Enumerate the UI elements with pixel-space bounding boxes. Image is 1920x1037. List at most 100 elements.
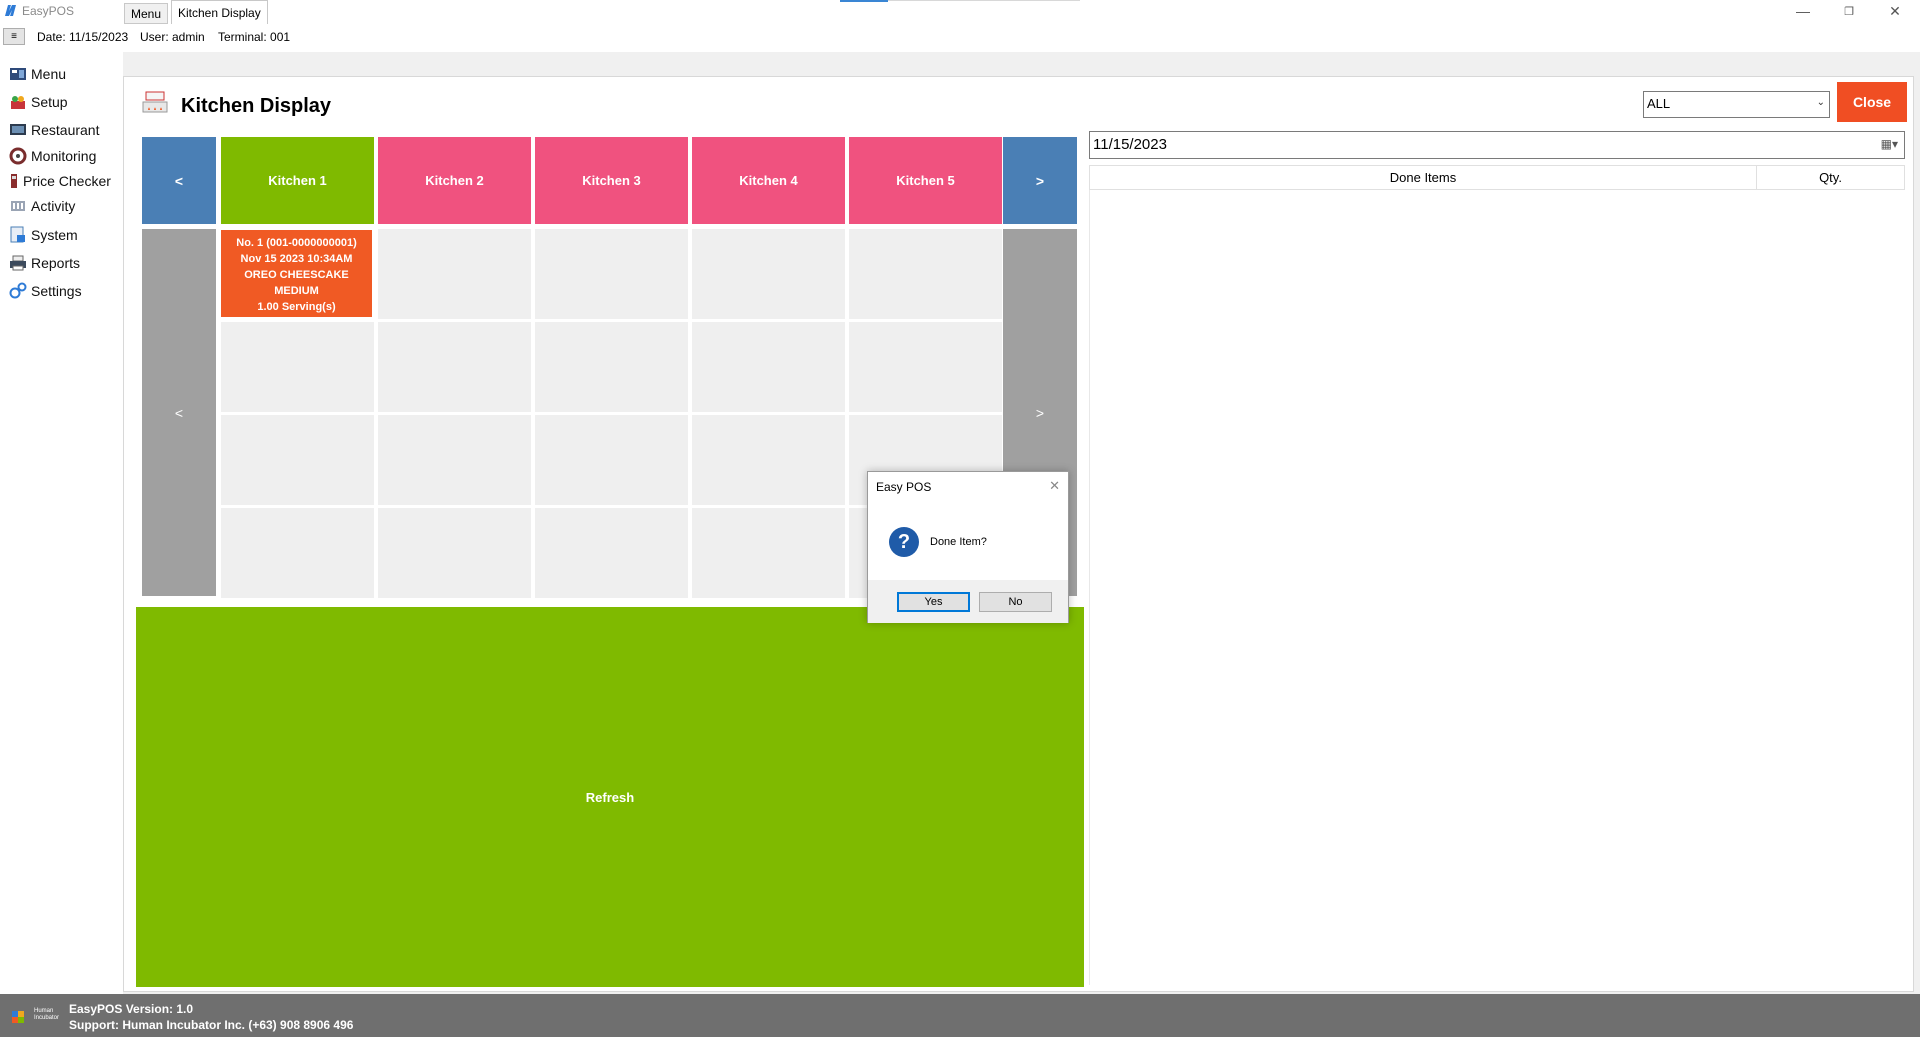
sidebar-item-label: Activity xyxy=(31,198,76,214)
order-slot[interactable] xyxy=(221,415,374,505)
date-picker[interactable]: 11/15/2023 ▦▾ xyxy=(1089,131,1905,159)
tab-menu[interactable]: Menu xyxy=(124,3,169,24)
order-slot[interactable] xyxy=(849,322,1002,412)
sidebar-item-label: Setup xyxy=(31,94,68,110)
order-slot[interactable] xyxy=(378,508,531,598)
tab-label: Kitchen Display xyxy=(178,5,261,20)
kitchen-header-5[interactable]: Kitchen 5 xyxy=(849,137,1002,224)
order-slot[interactable] xyxy=(535,415,688,505)
dialog-close-button[interactable]: ✕ xyxy=(1049,478,1060,494)
printer-icon xyxy=(8,254,28,272)
sidebar-item-label: Settings xyxy=(31,283,82,299)
prev-label: < xyxy=(174,172,184,189)
version-label: EasyPOS Version: 1.0 xyxy=(69,1002,194,1016)
sidebar-item-activity[interactable]: Activity xyxy=(8,195,75,217)
done-items-grid[interactable] xyxy=(1089,190,1905,985)
kitchen-header-label: Kitchen 1 xyxy=(268,173,327,188)
restaurant-icon xyxy=(8,121,28,139)
minimize-button[interactable]: — xyxy=(1780,0,1826,22)
sidebar-item-restaurant[interactable]: Restaurant xyxy=(8,119,99,141)
system-icon xyxy=(8,226,28,244)
order-slot[interactable] xyxy=(378,322,531,412)
close-icon: ✕ xyxy=(1049,478,1060,493)
status-bar: Human Incubator EasyPOS Version: 1.0 Sup… xyxy=(0,994,1920,1037)
order-slot[interactable] xyxy=(221,508,374,598)
menu-icon xyxy=(8,65,28,83)
support-label: Support: Human Incubator Inc. (+63) 908 … xyxy=(69,1018,354,1032)
no-button[interactable]: No xyxy=(979,592,1052,612)
date-label: Date: 11/15/2023 xyxy=(37,30,129,44)
order-slot[interactable] xyxy=(221,322,374,412)
yes-button[interactable]: Yes xyxy=(897,592,970,612)
sidebar-item-price-checker[interactable]: Price Checker xyxy=(8,170,111,192)
calendar-icon: ▦▾ xyxy=(1880,137,1898,151)
order-slot[interactable] xyxy=(535,322,688,412)
close-button[interactable]: Close xyxy=(1837,82,1907,122)
question-icon: ? xyxy=(889,527,919,557)
refresh-button[interactable]: Refresh xyxy=(136,607,1084,987)
sidebar-item-system[interactable]: System xyxy=(8,224,78,246)
column-header-label: Done Items xyxy=(1389,170,1457,185)
row-next-label: > xyxy=(1035,404,1045,421)
kitchen-display-icon xyxy=(142,91,168,113)
window-close-button[interactable]: ✕ xyxy=(1872,0,1918,22)
order-slot[interactable] xyxy=(378,415,531,505)
order-slot[interactable] xyxy=(378,229,531,319)
order-item: OREO CHEESCAKE xyxy=(244,269,349,281)
refresh-label: Refresh xyxy=(585,789,635,805)
row-prev-label: < xyxy=(174,404,184,421)
kitchen-next-button[interactable]: > xyxy=(1003,137,1077,224)
tab-kitchen-display[interactable]: Kitchen Display xyxy=(171,0,268,24)
next-label: > xyxy=(1035,172,1045,189)
tab-label: Menu xyxy=(131,6,162,21)
sidebar-item-label: Monitoring xyxy=(31,148,97,164)
sidebar-item-setup[interactable]: Setup xyxy=(8,91,68,113)
order-slot[interactable] xyxy=(692,508,845,598)
kitchen-header-1[interactable]: Kitchen 1 xyxy=(221,137,374,224)
kitchen-header-2[interactable]: Kitchen 2 xyxy=(378,137,531,224)
page-title: Kitchen Display xyxy=(181,95,332,117)
order-datetime: Nov 15 2023 10:34AM xyxy=(240,253,353,265)
order-slot[interactable] xyxy=(692,322,845,412)
order-card[interactable]: No. 1 (001-0000000001) Nov 15 2023 10:34… xyxy=(221,230,372,317)
kitchen-header-label: Kitchen 3 xyxy=(582,173,641,188)
sidebar-item-label: System xyxy=(31,227,78,243)
close-icon: ✕ xyxy=(1889,2,1901,19)
close-button-label: Close xyxy=(1852,94,1892,110)
activity-icon xyxy=(8,197,28,215)
no-label: No xyxy=(1008,596,1023,608)
order-slot[interactable] xyxy=(535,508,688,598)
order-slot[interactable] xyxy=(692,415,845,505)
dialog-title: Easy POS xyxy=(876,480,932,494)
column-header-qty[interactable]: Qty. xyxy=(1756,165,1905,190)
date-value: 11/15/2023 xyxy=(1093,136,1167,153)
kitchen-header-4[interactable]: Kitchen 4 xyxy=(692,137,845,224)
yes-label: Yes xyxy=(924,596,943,608)
order-slot[interactable] xyxy=(692,229,845,319)
kitchen-header-3[interactable]: Kitchen 3 xyxy=(535,137,688,224)
restore-button[interactable]: ❐ xyxy=(1826,0,1872,22)
order-slot[interactable] xyxy=(849,229,1002,319)
filter-value: ALL xyxy=(1647,96,1671,111)
hamburger-button[interactable]: ≡ xyxy=(3,28,25,45)
sidebar-item-settings[interactable]: Settings xyxy=(8,280,82,302)
kitchen-filter-select[interactable]: ALL ⌄ xyxy=(1643,91,1830,118)
sidebar-item-monitoring[interactable]: Monitoring xyxy=(8,145,96,167)
title-bar: EasyPOS — ❐ ✕ xyxy=(0,0,1920,22)
tab-strip xyxy=(123,52,1920,76)
sidebar-item-label: Restaurant xyxy=(31,122,100,138)
title-divider xyxy=(888,0,1080,1)
title-accent xyxy=(840,0,888,2)
order-slot[interactable] xyxy=(535,229,688,319)
sidebar-item-label: Price Checker xyxy=(23,173,111,189)
column-header-done-items[interactable]: Done Items xyxy=(1089,165,1757,190)
app-logo-icon xyxy=(5,5,16,16)
sidebar-item-reports[interactable]: Reports xyxy=(8,252,80,274)
sidebar-item-menu[interactable]: Menu xyxy=(8,63,66,85)
settings-icon xyxy=(8,282,28,300)
sidebar-item-label: Reports xyxy=(31,255,81,271)
dialog-message: Done Item? xyxy=(930,536,987,548)
kitchen-prev-button[interactable]: < xyxy=(142,137,216,224)
order-prev-button[interactable]: < xyxy=(142,229,216,596)
hamburger-icon: ≡ xyxy=(11,31,17,42)
